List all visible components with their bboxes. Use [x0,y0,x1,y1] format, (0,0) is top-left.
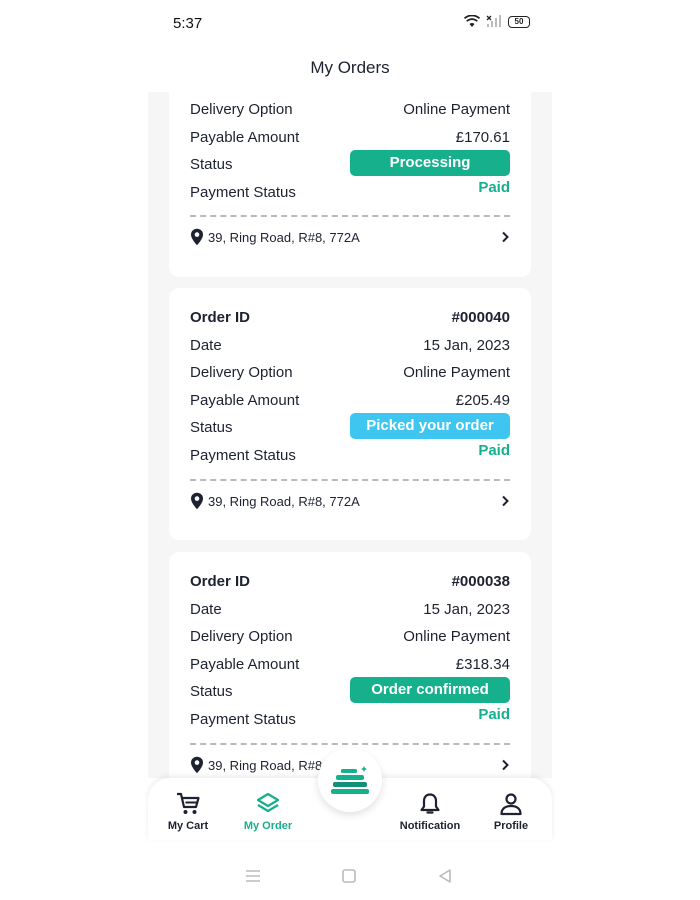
payment-status-value: Paid [478,442,510,459]
signal-icon [486,15,501,27]
payment-status-row: Payment Status [190,708,510,730]
delivery-option-value: Online Payment [403,100,510,118]
payment-status-label: Payment Status [190,710,296,728]
nav-my-order-label: My Order [243,820,293,832]
order-id-row: Order ID #000038 [190,570,510,592]
status-badge: Processing [350,150,510,176]
status-bar: 5:37 50 [0,0,700,44]
payable-amount-row: Payable Amount £318.34 [190,653,510,675]
order-id-value: #000040 [451,308,510,326]
nav-profile[interactable]: Profile [471,792,551,832]
order-list[interactable]: Delivery Option Online Payment Payable A… [148,92,552,778]
address-text: 39, Ring Road, R#8 [208,757,323,773]
delivery-option-label: Delivery Option [190,100,293,118]
payable-amount-row: Payable Amount £170.61 [190,126,510,148]
payment-status-value: Paid [478,179,510,196]
nav-my-cart[interactable]: My Cart [148,792,228,832]
address-text: 39, Ring Road, R#8, 772A [208,229,360,245]
date-value: 15 Jan, 2023 [423,336,510,354]
back-triangle-icon[interactable] [437,868,453,884]
status-badge: Order confirmed [350,677,510,703]
bell-icon [420,793,440,814]
menu-icon[interactable] [244,868,262,884]
nav-notification[interactable]: Notification [390,792,470,832]
laundry-stack-icon [331,766,369,794]
delivery-option-row: Delivery Option Online Payment [190,625,510,647]
layers-icon [256,792,280,813]
date-value: 15 Jan, 2023 [423,600,510,618]
payable-amount-label: Payable Amount [190,655,300,673]
order-card[interactable]: Order ID #000038 Date 15 Jan, 2023 Deliv… [169,552,531,778]
order-card[interactable]: Order ID #000040 Date 15 Jan, 2023 Deliv… [169,288,531,540]
payable-amount-value: £205.49 [455,391,510,409]
date-row: Date 15 Jan, 2023 [190,598,510,620]
location-pin-icon [191,492,203,510]
chevron-right-icon[interactable] [500,231,510,243]
status-label: Status [190,682,233,700]
nav-notification-label: Notification [399,820,461,832]
payment-status-row: Payment Status [190,444,510,466]
payable-amount-row: Payable Amount £205.49 [190,389,510,411]
home-square-icon[interactable] [341,868,357,884]
address-row[interactable]: 39, Ring Road, R#8, 772A [190,491,510,511]
address-row[interactable]: 39, Ring Road, R#8, 772A [190,227,510,247]
order-id-label: Order ID [190,572,251,590]
status-label: Status [190,418,233,436]
nav-profile-label: Profile [493,820,529,832]
nav-my-cart-label: My Cart [167,820,209,832]
wifi-icon [464,15,480,27]
date-row: Date 15 Jan, 2023 [190,334,510,356]
order-id-row: Order ID #000040 [190,306,510,328]
delivery-option-label: Delivery Option [190,627,293,645]
cart-icon [177,792,200,814]
payable-amount-value: £318.34 [455,655,510,673]
battery-icon: 50 [508,15,530,28]
date-label: Date [190,600,222,618]
address-text: 39, Ring Road, R#8, 772A [208,493,360,509]
dashed-divider [190,215,510,217]
payable-amount-label: Payable Amount [190,391,300,409]
status-icons: 50 [464,15,530,28]
nav-my-order[interactable]: My Order [228,792,308,832]
page-title: My Orders [310,58,390,77]
location-pin-icon [191,228,203,246]
payment-status-value: Paid [478,706,510,723]
delivery-option-label: Delivery Option [190,363,293,381]
delivery-option-value: Online Payment [403,363,510,381]
system-nav-bar [0,866,700,886]
chevron-right-icon[interactable] [500,759,510,771]
delivery-option-row: Delivery Option Online Payment [190,361,510,383]
payable-amount-value: £170.61 [455,128,510,146]
order-card[interactable]: Delivery Option Online Payment Payable A… [169,92,531,277]
center-fab-button[interactable] [318,748,382,812]
payable-amount-label: Payable Amount [190,128,300,146]
status-label: Status [190,155,233,173]
order-id-label: Order ID [190,308,251,326]
delivery-option-row: Delivery Option Online Payment [190,98,510,120]
date-label: Date [190,336,222,354]
delivery-option-value: Online Payment [403,627,510,645]
dashed-divider [190,743,510,745]
status-badge: Picked your order [350,413,510,439]
location-pin-icon [191,756,203,774]
payment-status-label: Payment Status [190,183,296,201]
payment-status-label: Payment Status [190,446,296,464]
chevron-right-icon[interactable] [500,495,510,507]
payment-status-row: Payment Status [190,181,510,203]
person-icon [500,793,522,816]
clock: 5:37 [173,15,203,32]
dashed-divider [190,479,510,481]
order-id-value: #000038 [451,572,510,590]
